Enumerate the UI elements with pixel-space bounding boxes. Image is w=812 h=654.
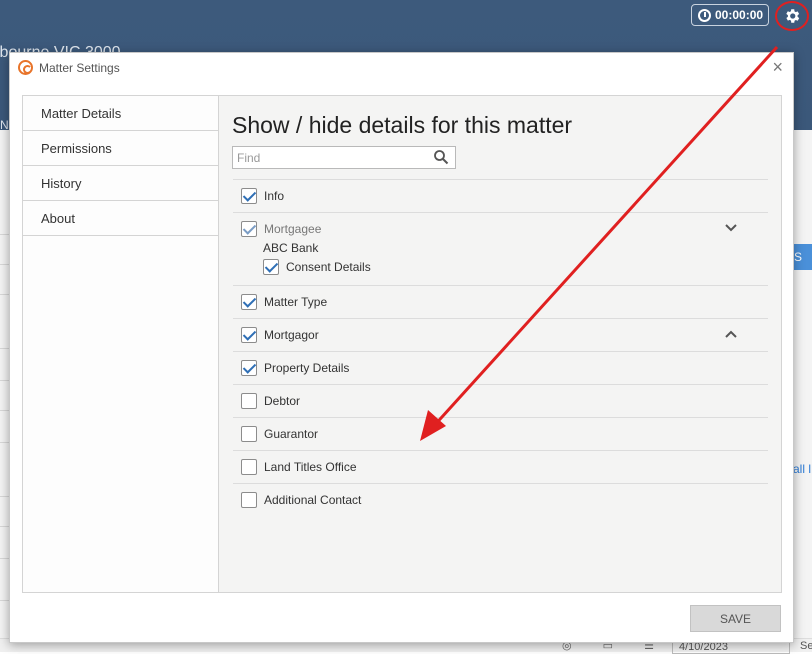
- timer-button[interactable]: 00:00:00: [691, 4, 769, 26]
- matter-type-checkbox[interactable]: [241, 294, 257, 310]
- details-panel: Show / hide details for this matter Info…: [220, 96, 781, 592]
- additional-contact-label: Additional Contact: [264, 493, 362, 507]
- mortgagee-name: ABC Bank: [263, 241, 319, 255]
- detail-row-guarantor: Guarantor: [233, 417, 768, 450]
- debtor-checkbox[interactable]: [241, 393, 257, 409]
- detail-row-matter-type: Matter Type: [233, 285, 768, 318]
- detail-row-info: Info: [233, 179, 768, 212]
- settings-sidebar: Matter Details Permissions History About: [23, 96, 219, 592]
- property-details-label: Property Details: [264, 361, 350, 375]
- page-title: Show / hide details for this matter: [232, 112, 573, 138]
- dialog-titlebar: Matter Settings ×: [10, 53, 793, 83]
- detail-row-additional-contact: Additional Contact: [233, 483, 768, 516]
- footer-select[interactable]: Se: [800, 640, 812, 652]
- detail-row-land-titles-office: Land Titles Office: [233, 450, 768, 483]
- save-button[interactable]: SAVE: [690, 605, 781, 632]
- guarantor-checkbox[interactable]: [241, 426, 257, 442]
- chevron-up-icon[interactable]: [724, 327, 738, 341]
- detail-row-mortgagee: Mortgagee ABC Bank Consent Details: [233, 212, 768, 285]
- settings-button[interactable]: [775, 1, 809, 31]
- land-titles-office-label: Land Titles Office: [264, 460, 357, 474]
- debtor-label: Debtor: [264, 394, 301, 408]
- close-icon[interactable]: ×: [772, 57, 783, 78]
- background-right-panel: [793, 130, 812, 652]
- property-details-checkbox[interactable]: [241, 360, 257, 376]
- sidebar-item-history[interactable]: History: [23, 166, 218, 201]
- timer-value: 00:00:00: [715, 8, 764, 22]
- info-label: Info: [264, 189, 285, 203]
- sidebar-item-about[interactable]: About: [23, 201, 218, 236]
- dialog-title: Matter Settings: [39, 61, 120, 75]
- matter-settings-dialog: Matter Settings × Matter Details Permiss…: [9, 52, 794, 643]
- consent-details-label: Consent Details: [286, 260, 371, 274]
- detail-row-property-details: Property Details: [233, 351, 768, 384]
- chevron-down-icon[interactable]: [724, 221, 738, 235]
- mortgagee-subsection: ABC Bank Consent Details: [233, 241, 768, 285]
- info-checkbox[interactable]: [241, 188, 257, 204]
- gear-icon: [786, 9, 800, 23]
- app-logo-icon: [18, 60, 33, 75]
- sidebar-item-permissions[interactable]: Permissions: [23, 131, 218, 166]
- details-list: Info Mortgagee ABC Bank Consent Details …: [233, 179, 768, 516]
- consent-details-checkbox[interactable]: [263, 259, 279, 275]
- search-input[interactable]: [232, 146, 456, 169]
- dialog-body: Matter Details Permissions History About…: [22, 95, 782, 593]
- detail-row-mortgagor: Mortgagor: [233, 318, 768, 351]
- land-titles-office-checkbox[interactable]: [241, 459, 257, 475]
- guarantor-label: Guarantor: [264, 427, 319, 441]
- mortgagee-checkbox[interactable]: [241, 221, 257, 237]
- mortgagor-label: Mortgagor: [264, 328, 319, 342]
- mortgagee-label: Mortgagee: [264, 222, 322, 236]
- sidebar-item-matter-details[interactable]: Matter Details: [23, 96, 218, 131]
- background-link[interactable]: all l: [793, 462, 811, 476]
- detail-row-debtor: Debtor: [233, 384, 768, 417]
- search-icon[interactable]: [433, 149, 449, 165]
- additional-contact-checkbox[interactable]: [241, 492, 257, 508]
- matter-type-label: Matter Type: [264, 295, 328, 309]
- mortgagor-checkbox[interactable]: [241, 327, 257, 343]
- clock-icon: [698, 8, 711, 22]
